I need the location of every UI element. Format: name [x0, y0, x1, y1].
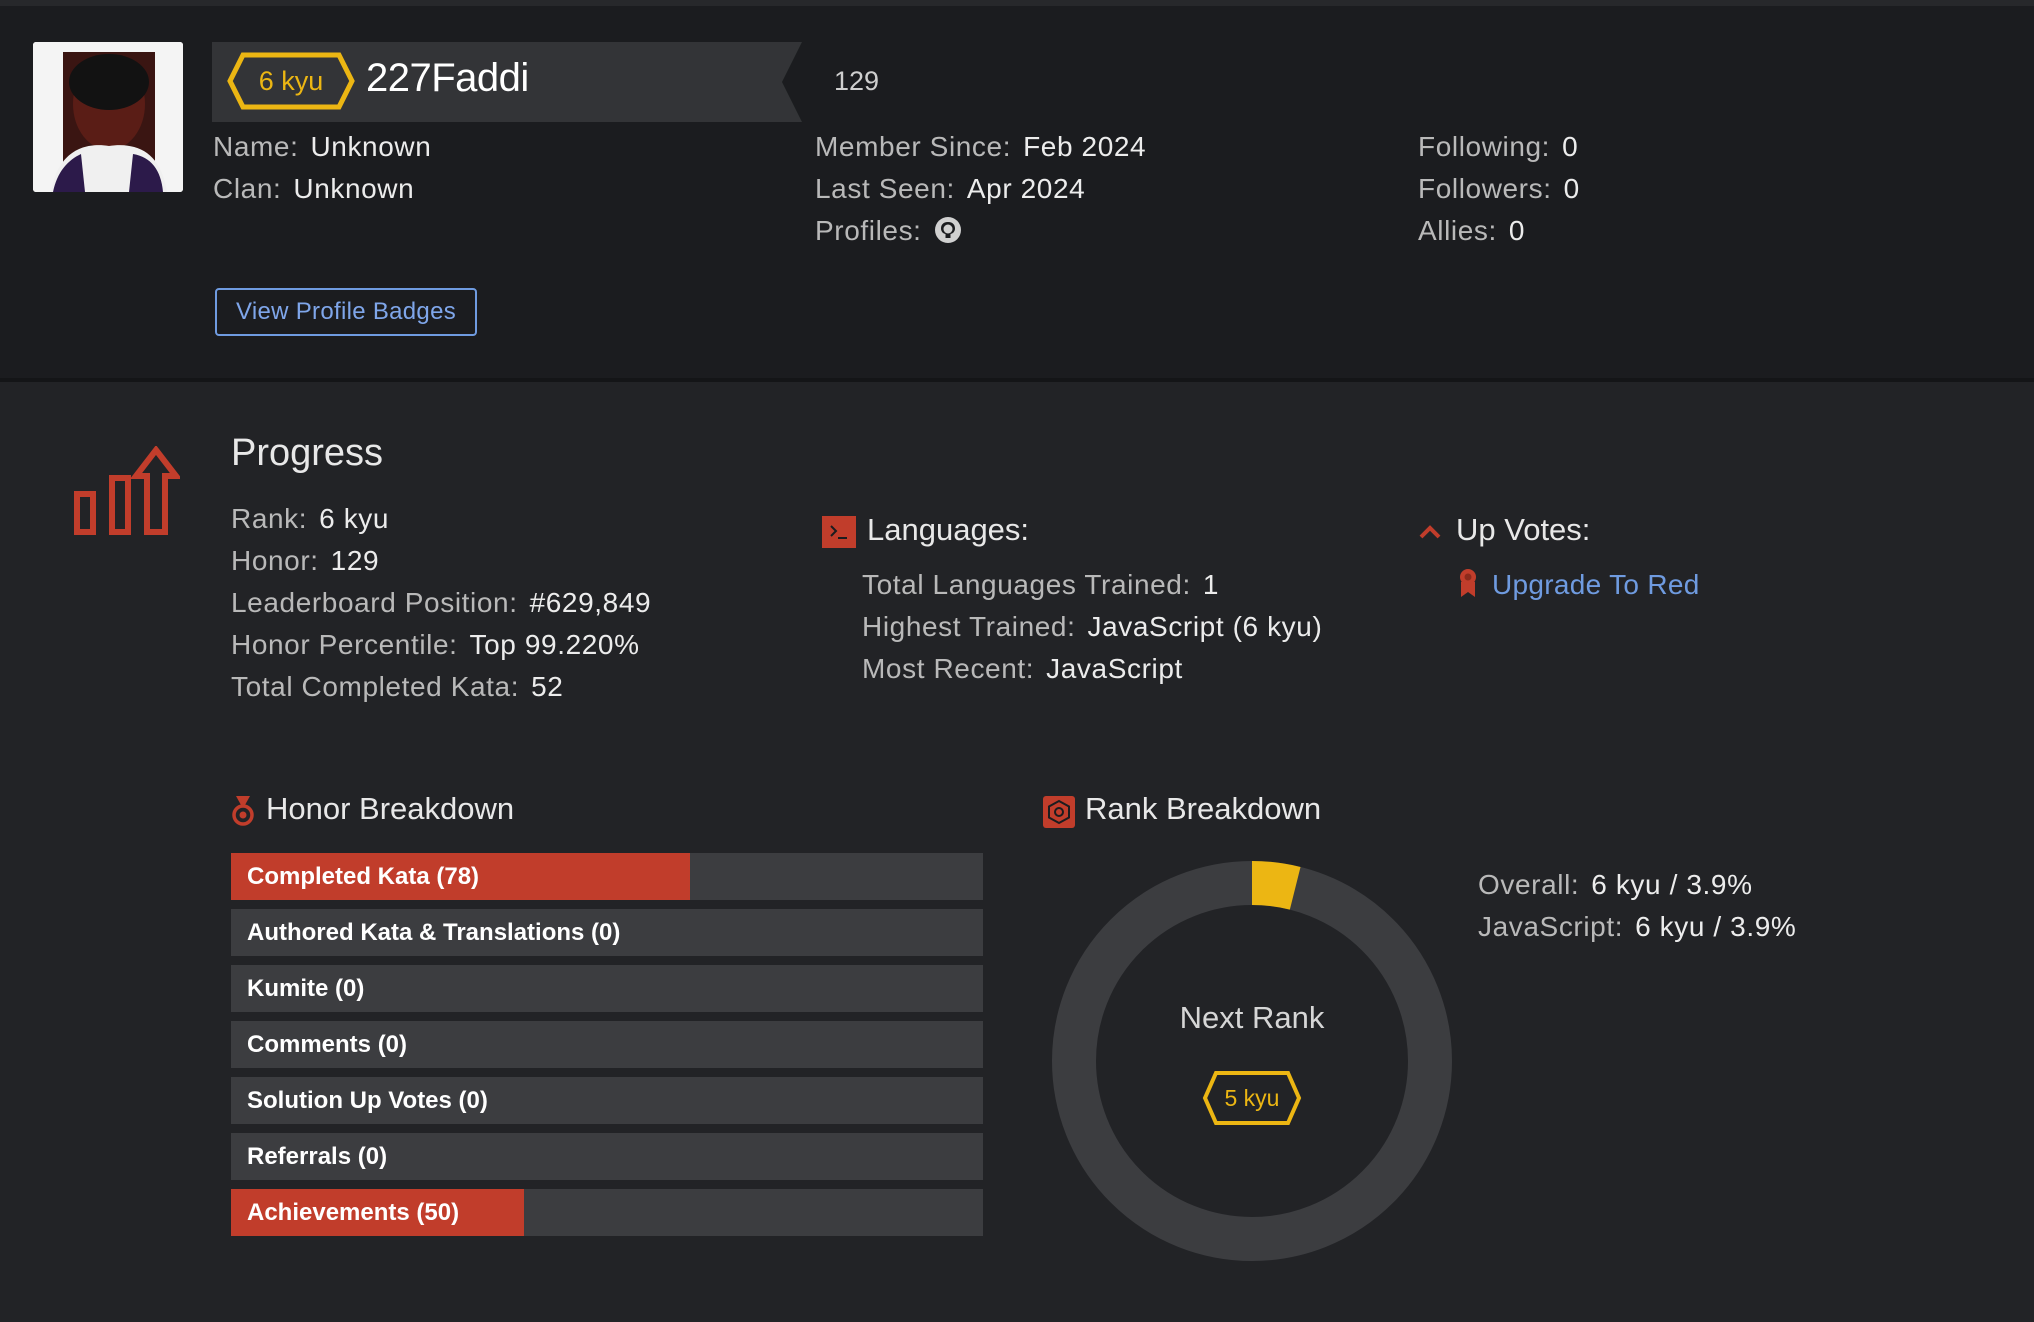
percentile-value: Top 99.220% — [469, 629, 640, 660]
most-recent-label: Most Recent: — [862, 653, 1035, 684]
overall-label: Overall: — [1478, 869, 1580, 900]
upvotes-title: Up Votes: — [1456, 512, 1591, 547]
hexagon-target-icon — [1043, 796, 1075, 833]
clan-value: Unknown — [293, 173, 415, 204]
allies-value[interactable]: 0 — [1509, 215, 1525, 246]
last-seen-value: Apr 2024 — [966, 173, 1086, 204]
avatar-image — [33, 42, 183, 192]
following-value[interactable]: 0 — [1562, 131, 1578, 162]
leaderboard-label: Leaderboard Position: — [231, 587, 518, 618]
honor-count: 129 — [834, 66, 880, 96]
honor-bar-label: Kumite (0) — [247, 975, 365, 1002]
next-rank-badge-label: 5 kyu — [1224, 1085, 1280, 1111]
languages-title: Languages: — [867, 512, 1030, 547]
honor-bar-referrals[interactable]: Referrals (0) — [231, 1133, 983, 1180]
javascript-rank-value: 6 kyu / 3.9% — [1635, 911, 1797, 942]
last-seen-label: Last Seen: — [815, 173, 955, 204]
donut-track — [1052, 861, 1452, 1261]
honor-bar-authored-kata[interactable]: Authored Kata & Translations (0) — [231, 909, 983, 956]
overall-value: 6 kyu / 3.9% — [1591, 869, 1753, 900]
honor-bar-completed-kata[interactable]: Completed Kata (78) — [231, 853, 983, 900]
javascript-rank-label: JavaScript: — [1478, 911, 1624, 942]
honor-label: Honor: — [231, 545, 319, 576]
rank-badge: 6 kyu — [227, 52, 355, 110]
rank-breakdown-title: Rank Breakdown — [1085, 791, 1322, 826]
languages-stats: Total Languages Trained: 1 Highest Traine… — [862, 564, 1322, 690]
following-label: Following: — [1418, 131, 1551, 162]
profiles-label: Profiles: — [815, 215, 922, 246]
total-languages-value: 1 — [1202, 569, 1220, 600]
name-value: Unknown — [310, 131, 432, 162]
honor-bar-label: Authored Kata & Translations (0) — [247, 919, 621, 946]
name-label: Name: — [213, 131, 299, 162]
github-icon[interactable] — [934, 214, 962, 243]
honor-bar-label: Comments (0) — [247, 1031, 408, 1058]
rank-badge-label: 6 kyu — [258, 66, 324, 96]
progress-stats: Rank: 6 kyu Honor: 129 Leaderboard Positio… — [231, 498, 651, 708]
activity-info: Member Since: Feb 2024 Last Seen: Apr 2024… — [815, 126, 1146, 252]
honor-bar-label: Solution Up Votes (0) — [247, 1087, 488, 1114]
honor-value: 129 — [330, 545, 380, 576]
rank-breakdown-stats: Overall: 6 kyu / 3.9% JavaScript: 6 kyu / … — [1478, 864, 1796, 948]
highest-trained-label: Highest Trained: — [862, 611, 1076, 642]
rank-progress-donut — [1052, 861, 1452, 1261]
medal-icon — [232, 796, 254, 831]
honor-bar-kumite[interactable]: Kumite (0) — [231, 965, 983, 1012]
progress-title: Progress — [231, 432, 384, 474]
honor-bar-comments[interactable]: Comments (0) — [231, 1021, 983, 1068]
completed-kata-value: 52 — [531, 671, 564, 702]
bar-chart-up-icon — [74, 445, 183, 543]
followers-label: Followers: — [1418, 173, 1552, 204]
rank-value: 6 kyu — [319, 503, 390, 534]
highest-trained-value: JavaScript (6 kyu) — [1087, 611, 1323, 642]
view-profile-badges-button[interactable]: View Profile Badges — [215, 288, 477, 336]
honor-breakdown-title: Honor Breakdown — [266, 791, 515, 826]
honor-bar-label: Achievements (50) — [247, 1199, 460, 1226]
allies-label: Allies: — [1418, 215, 1497, 246]
leaderboard-value: #629,849 — [529, 587, 652, 618]
percentile-label: Honor Percentile: — [231, 629, 458, 660]
clan-label: Clan: — [213, 173, 282, 204]
avatar[interactable] — [33, 42, 183, 192]
honor-breakdown-bars: Completed Kata (78) Authored Kata & Tran… — [231, 853, 983, 1245]
ribbon-icon — [1458, 568, 1478, 603]
rank-label: Rank: — [231, 503, 308, 534]
terminal-icon — [822, 516, 856, 553]
honor-bar-achievements[interactable]: Achievements (50) — [231, 1189, 983, 1236]
honor-bar-label: Referrals (0) — [247, 1143, 388, 1170]
profile-header: 6 kyu 227Faddi 129 Name: Unknown Clan: Unk… — [0, 6, 2034, 382]
member-since-value: Feb 2024 — [1023, 131, 1147, 162]
chevron-up-icon — [1418, 522, 1442, 547]
social-info: Following: 0 Followers: 0 Allies: 0 — [1418, 126, 1580, 252]
honor-bar-solution-up-votes[interactable]: Solution Up Votes (0) — [231, 1077, 983, 1124]
username: 227Faddi — [366, 56, 529, 100]
followers-value[interactable]: 0 — [1564, 173, 1580, 204]
next-rank-badge: 5 kyu — [1202, 1070, 1302, 1126]
member-since-label: Member Since: — [815, 131, 1012, 162]
honor-bar-label: Completed Kata (78) — [247, 863, 480, 890]
identity-info: Name: Unknown Clan: Unknown — [213, 126, 431, 210]
donut-progress-arc — [1251, 861, 1301, 910]
completed-kata-label: Total Completed Kata: — [231, 671, 520, 702]
total-languages-label: Total Languages Trained: — [862, 569, 1191, 600]
most-recent-value: JavaScript — [1046, 653, 1183, 684]
upgrade-to-red-link[interactable]: Upgrade To Red — [1492, 564, 1700, 606]
next-rank-label: Next Rank — [1179, 1000, 1325, 1035]
